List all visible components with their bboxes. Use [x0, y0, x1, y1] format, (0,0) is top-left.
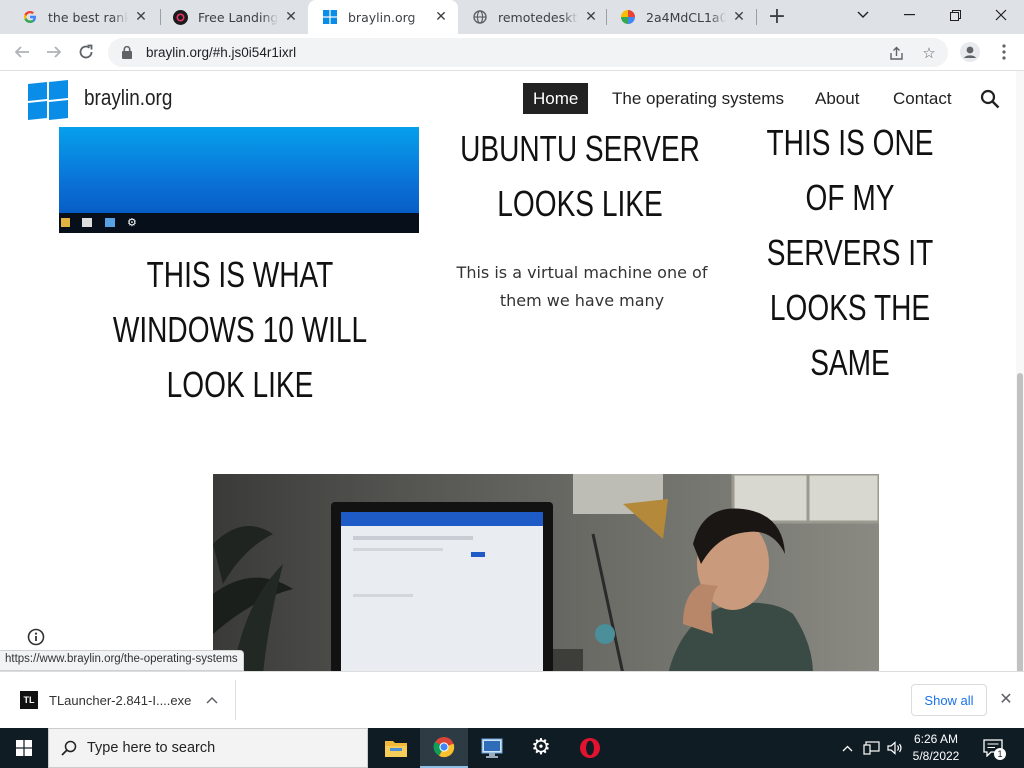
reload-icon[interactable]: [72, 38, 100, 66]
lock-icon[interactable]: [120, 46, 134, 59]
site-search-icon[interactable]: [980, 89, 1002, 111]
heading-line: LOOKS LIKE: [497, 183, 663, 224]
folder-icon: [61, 218, 70, 227]
settings-gear-icon[interactable]: ⚙: [517, 728, 565, 768]
volume-icon[interactable]: [884, 728, 906, 768]
search-magnifier-icon: [61, 740, 77, 756]
close-tab-icon[interactable]: ✕: [132, 8, 150, 26]
site-logo-icon[interactable]: [28, 80, 68, 120]
forward-arrow-icon[interactable]: [40, 38, 68, 66]
close-window-button[interactable]: [978, 0, 1024, 30]
ubuntu-description: This is a virtual machine one of them we…: [432, 259, 732, 315]
person-at-computer-photo: [213, 474, 879, 671]
heading-line: LOOKS THE: [769, 287, 931, 328]
heading-line: SAME: [810, 342, 890, 383]
close-tab-icon[interactable]: ✕: [282, 8, 300, 26]
start-button-windows-icon[interactable]: [0, 728, 48, 768]
tlauncher-file-icon: TL: [20, 691, 38, 709]
ubuntu-heading: UBUNTU SERVER LOOKS LIKE: [455, 121, 705, 231]
scrollbar-thumb[interactable]: [1017, 373, 1023, 673]
tab-separator: [756, 9, 757, 25]
heading-line: SERVERS IT: [766, 232, 934, 273]
address-bar[interactable]: braylin.org/#h.js0i54r1ixrl ☆: [108, 38, 948, 67]
tab-4[interactable]: remotedesktop ✕: [458, 0, 608, 34]
tab-title: 2a4MdCL1a0Tnm: [646, 9, 726, 25]
site-brand[interactable]: braylin.org: [84, 85, 172, 111]
heading-line: THIS IS ONE: [766, 122, 934, 163]
tab-title: Free Landing Page: [198, 9, 278, 25]
mail-icon: [105, 218, 115, 227]
notification-center-icon[interactable]: 1: [980, 728, 1006, 768]
chrome-icon[interactable]: [420, 728, 468, 768]
bookmark-star-icon[interactable]: ☆: [919, 44, 939, 62]
landing-icon: [172, 9, 188, 25]
profile-avatar-icon[interactable]: [956, 38, 984, 66]
windows-taskbar: Type here to search ⚙ 6:26 AM 5/8/2022 1: [0, 728, 1024, 768]
taskbar-search-box[interactable]: Type here to search: [48, 728, 368, 768]
link-status-bubble: https://www.braylin.org/the-operating-sy…: [0, 650, 244, 671]
tab-5[interactable]: 2a4MdCL1a0Tnm ✕: [606, 0, 756, 34]
screenshot-taskbar: ⚙: [59, 213, 419, 233]
nav-home[interactable]: Home: [523, 83, 589, 114]
show-hidden-icons-chevron-icon[interactable]: [838, 728, 856, 768]
close-tab-icon[interactable]: ✕: [730, 8, 748, 26]
tab-title: remotedesktop: [498, 9, 578, 25]
minimize-button[interactable]: [886, 0, 932, 30]
nav-contact[interactable]: Contact: [883, 83, 962, 114]
notification-count-badge: 1: [994, 748, 1006, 760]
nav-operating-systems[interactable]: The operating systems: [602, 83, 794, 114]
heading-line: THIS IS WHAT: [146, 254, 334, 295]
page-scrollbar[interactable]: [1016, 71, 1024, 673]
gear-icon: ⚙: [127, 216, 137, 229]
windows10-heading: THIS IS WHAT WINDOWS 10 WILL LOOK LIKE: [100, 247, 381, 412]
tab-title: the best rank page: [48, 9, 128, 25]
google-icon: [22, 9, 38, 25]
browser-toolbar: braylin.org/#h.js0i54r1ixrl ☆: [0, 34, 1024, 71]
close-tab-icon[interactable]: ✕: [432, 8, 450, 26]
close-shelf-icon[interactable]: ✕: [996, 689, 1016, 709]
clock-time: 6:26 AM: [913, 732, 959, 746]
network-icon[interactable]: [860, 728, 882, 768]
windows10-screenshot: ⚙: [59, 127, 419, 233]
clock-date: 5/8/2022: [912, 749, 960, 763]
download-shelf: TL TLauncher-2.841-I....exe Show all ✕: [0, 671, 1024, 728]
tab-3-active[interactable]: braylin.org ✕: [308, 0, 458, 34]
close-tab-icon[interactable]: ✕: [582, 8, 600, 26]
tab-1[interactable]: the best rank page ✕: [8, 0, 158, 34]
globe-icon: [472, 9, 488, 25]
restore-button[interactable]: [932, 0, 978, 30]
heading-line: WINDOWS 10 WILL: [112, 309, 368, 350]
servers-heading: THIS IS ONE OF MY SERVERS IT LOOKS THE S…: [747, 115, 953, 390]
tab-search-icon[interactable]: [840, 0, 886, 30]
new-tab-button[interactable]: +: [764, 4, 790, 30]
web-page: braylin.org Home The operating systems A…: [0, 71, 1016, 671]
text-line: This is a virtual machine one of: [456, 263, 708, 282]
nav-about[interactable]: About: [805, 83, 869, 114]
heading-line: UBUNTU SERVER: [460, 128, 700, 169]
tab-strip: the best rank page ✕ Free Landing Page ✕…: [0, 0, 1024, 34]
search-placeholder: Type here to search: [87, 740, 216, 756]
download-filename: TLauncher-2.841-I....exe: [49, 692, 192, 708]
show-all-downloads-button[interactable]: Show all: [911, 684, 987, 716]
system-clock[interactable]: 6:26 AM 5/8/2022: [904, 731, 968, 765]
tab-title: braylin.org: [348, 9, 416, 25]
store-icon: [82, 218, 92, 227]
heading-line: OF MY: [805, 177, 895, 218]
back-arrow-icon[interactable]: [8, 38, 36, 66]
remote-desktop-icon[interactable]: [468, 728, 516, 768]
file-explorer-icon[interactable]: [372, 728, 420, 768]
heading-line: LOOK LIKE: [166, 364, 314, 405]
text-line: them we have many: [499, 291, 665, 310]
download-item[interactable]: TL TLauncher-2.841-I....exe: [10, 680, 236, 720]
url-text: braylin.org/#h.js0i54r1ixrl: [146, 45, 297, 60]
tab-2[interactable]: Free Landing Page ✕: [158, 0, 308, 34]
chevron-up-icon[interactable]: [201, 696, 223, 704]
opera-icon[interactable]: [566, 728, 614, 768]
windows-icon: [322, 9, 338, 25]
share-icon[interactable]: [886, 44, 906, 62]
menu-kebab-icon[interactable]: [990, 38, 1018, 66]
info-circle-icon[interactable]: [27, 628, 45, 646]
pinwheel-icon: [620, 9, 636, 25]
